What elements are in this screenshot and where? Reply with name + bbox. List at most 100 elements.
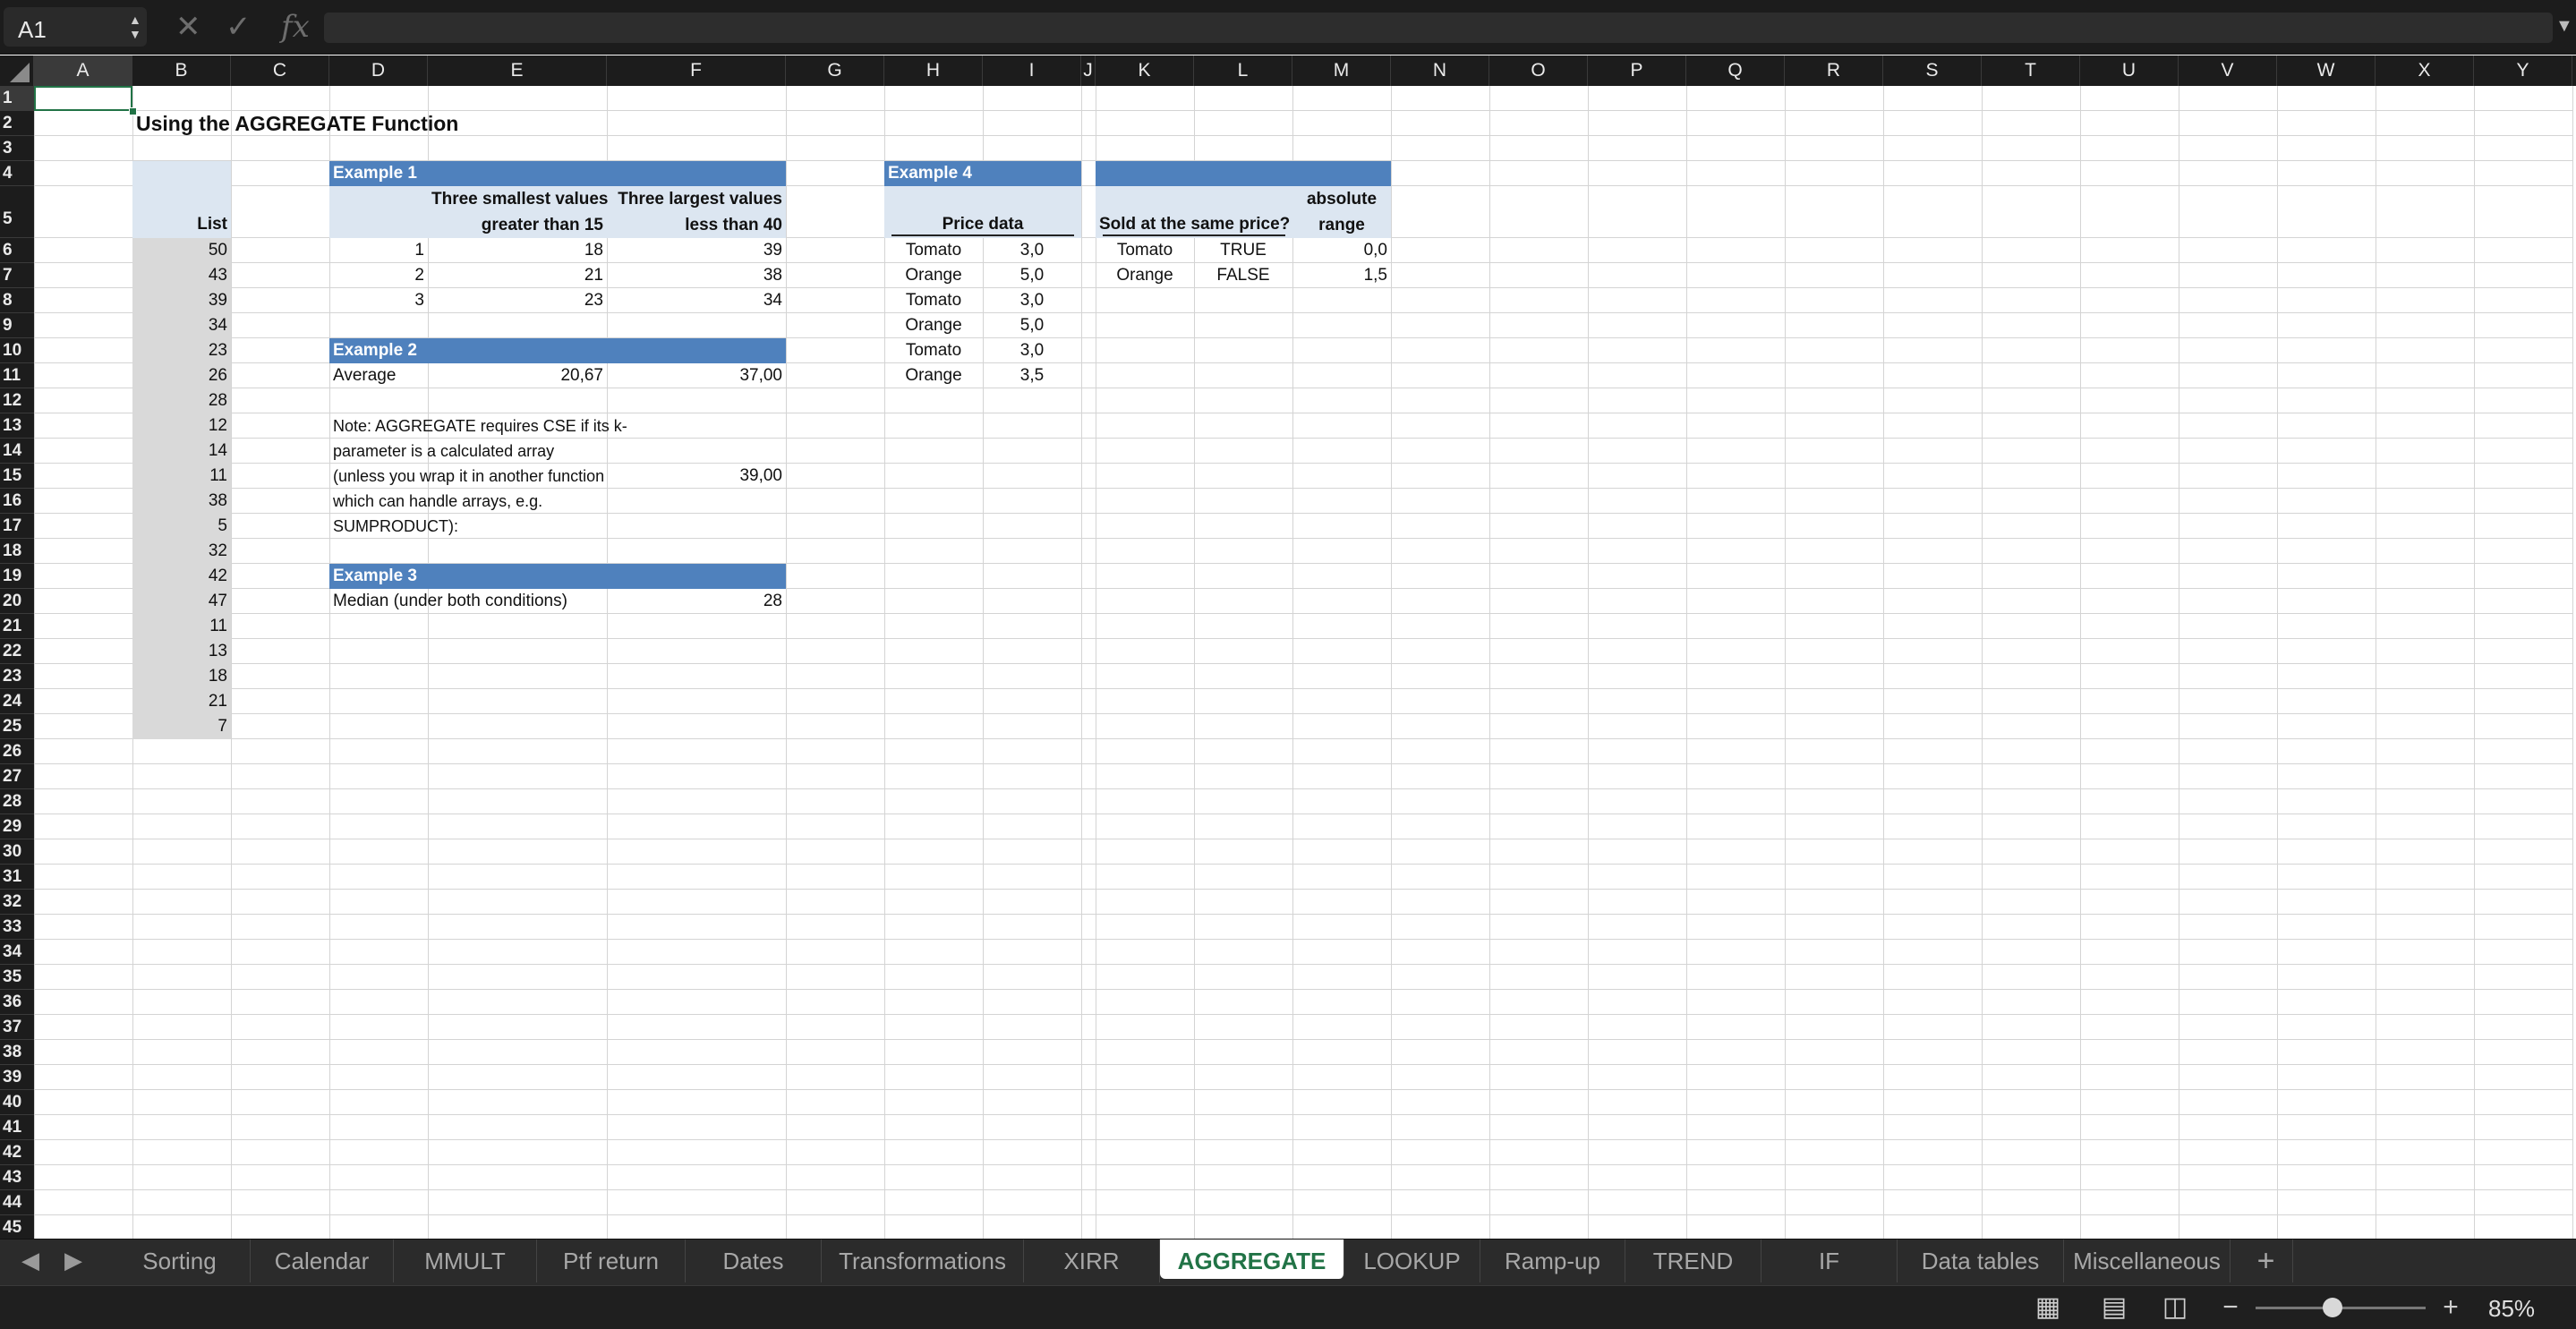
sheet-tab-lookup[interactable]: LOOKUP [1344,1240,1480,1282]
list-header[interactable]: List [136,211,227,238]
row-header-12[interactable]: 12 [0,388,34,413]
example2-label[interactable]: Average [333,363,424,388]
example2-value-largest[interactable]: 37,00 [610,363,782,388]
sheet-tab-sorting[interactable]: Sorting [109,1240,251,1282]
row-header-2[interactable]: 2 [0,111,34,136]
list-value[interactable]: 12 [136,413,227,439]
example1-smallest[interactable]: 23 [431,288,603,313]
sheet-tab-xirr[interactable]: XIRR [1024,1240,1160,1282]
list-value[interactable]: 43 [136,263,227,288]
list-value[interactable]: 47 [136,589,227,614]
column-header-v[interactable]: V [2179,55,2277,86]
example2-note-line[interactable]: Note: AGGREGATE requires CSE if its k- [333,413,627,439]
example1-title[interactable]: Example 1 [333,161,782,186]
list-value[interactable]: 23 [136,338,227,363]
row-header-11[interactable]: 11 [0,363,34,388]
sheet-tab-mmult[interactable]: MMULT [394,1240,537,1282]
price-value[interactable]: 3,0 [986,338,1078,363]
column-header-u[interactable]: U [2080,55,2179,86]
range-header[interactable]: absolute [1296,186,1387,212]
example4-title[interactable]: Example 4 [888,161,1078,186]
zoom-slider-thumb[interactable] [2322,1298,2342,1317]
column-header-c[interactable]: C [231,55,329,86]
row-header-23[interactable]: 23 [0,664,34,689]
row-header-5[interactable]: 5 [0,186,34,238]
price-value[interactable]: 3,0 [986,288,1078,313]
list-value[interactable]: 39 [136,288,227,313]
list-value[interactable]: 7 [136,714,227,739]
cell-reference[interactable]: A1 [18,16,47,44]
price-value[interactable]: 5,0 [986,313,1078,338]
price-value[interactable]: 3,0 [986,238,1078,263]
price-value[interactable]: 3,5 [986,363,1078,388]
row-header-7[interactable]: 7 [0,263,34,288]
sheet-title[interactable]: Using the AGGREGATE Function [136,111,782,136]
column-header-b[interactable]: B [132,55,231,86]
example2-note-line[interactable]: which can handle arrays, e.g. [333,489,603,514]
price-item[interactable]: Orange [888,313,979,338]
row-header-21[interactable]: 21 [0,614,34,639]
example1-k[interactable]: 1 [333,238,424,263]
list-value[interactable]: 13 [136,639,227,664]
next-sheet-icon[interactable]: ▶ [64,1247,82,1274]
list-value[interactable]: 14 [136,439,227,464]
column-header-k[interactable]: K [1096,55,1194,86]
example1-k[interactable]: 3 [333,288,424,313]
row-header-20[interactable]: 20 [0,589,34,614]
row-header-44[interactable]: 44 [0,1190,34,1215]
row-header-28[interactable]: 28 [0,789,34,814]
column-header-p[interactable]: P [1588,55,1686,86]
fx-icon[interactable]: fx [281,9,310,45]
list-value[interactable]: 34 [136,313,227,338]
example1-header-smallest-sub[interactable]: greater than 15 [431,212,603,238]
column-header-g[interactable]: G [786,55,884,86]
page-layout-icon[interactable]: ▤ [2094,1293,2134,1322]
sheet-tab-trend[interactable]: TREND [1625,1240,1761,1282]
list-value[interactable]: 50 [136,238,227,263]
row-header-37[interactable]: 37 [0,1015,34,1040]
result-range[interactable]: 1,5 [1296,263,1387,288]
list-value[interactable]: 11 [136,614,227,639]
fill-handle[interactable] [129,107,137,115]
example1-largest[interactable]: 34 [610,288,782,313]
sheet-tab-if[interactable]: IF [1761,1240,1898,1282]
sheet-tab-data-tables[interactable]: Data tables [1898,1240,2064,1282]
column-header-e[interactable]: E [428,55,607,86]
zoom-out-button[interactable]: − [2211,1293,2250,1322]
price-item[interactable]: Tomato [888,238,979,263]
example3-label[interactable]: Median (under both conditions) [333,589,603,614]
result-same-price[interactable]: FALSE [1198,263,1289,288]
row-header-10[interactable]: 10 [0,338,34,363]
sheet-tab-miscellaneous[interactable]: Miscellaneous [2064,1240,2231,1282]
row-header-17[interactable]: 17 [0,514,34,539]
row-header-32[interactable]: 32 [0,890,34,915]
row-header-19[interactable]: 19 [0,564,34,589]
column-header-l[interactable]: L [1194,55,1292,86]
list-value[interactable]: 38 [136,489,227,514]
select-all-corner[interactable] [0,55,34,86]
worksheet-grid[interactable]: Using the AGGREGATE Function List 50 43 39 34… [34,86,2576,1239]
row-header-25[interactable]: 25 [0,714,34,739]
row-header-36[interactable]: 36 [0,990,34,1015]
example3-title[interactable]: Example 3 [333,564,782,589]
row-header-18[interactable]: 18 [0,539,34,564]
example3-value[interactable]: 28 [610,589,782,614]
row-header-9[interactable]: 9 [0,313,34,338]
row-header-38[interactable]: 38 [0,1040,34,1065]
row-header-16[interactable]: 16 [0,489,34,514]
row-header-39[interactable]: 39 [0,1065,34,1090]
column-header-t[interactable]: T [1982,55,2080,86]
example2-title[interactable]: Example 2 [333,338,782,363]
zoom-level[interactable]: 85% [2488,1295,2535,1323]
column-header-w[interactable]: W [2277,55,2376,86]
result-same-price[interactable]: TRUE [1198,238,1289,263]
list-value[interactable]: 18 [136,664,227,689]
sheet-tab-ramp-up[interactable]: Ramp-up [1480,1240,1625,1282]
sheet-tab-calendar[interactable]: Calendar [251,1240,394,1282]
list-value[interactable]: 28 [136,388,227,413]
row-header-33[interactable]: 33 [0,915,34,940]
cancel-icon[interactable]: ✕ [175,9,201,45]
example2-note-line[interactable]: SUMPRODUCT): [333,514,603,539]
sheet-tab-ptf-return[interactable]: Ptf return [537,1240,686,1282]
add-sheet-button[interactable]: + [2239,1240,2293,1282]
